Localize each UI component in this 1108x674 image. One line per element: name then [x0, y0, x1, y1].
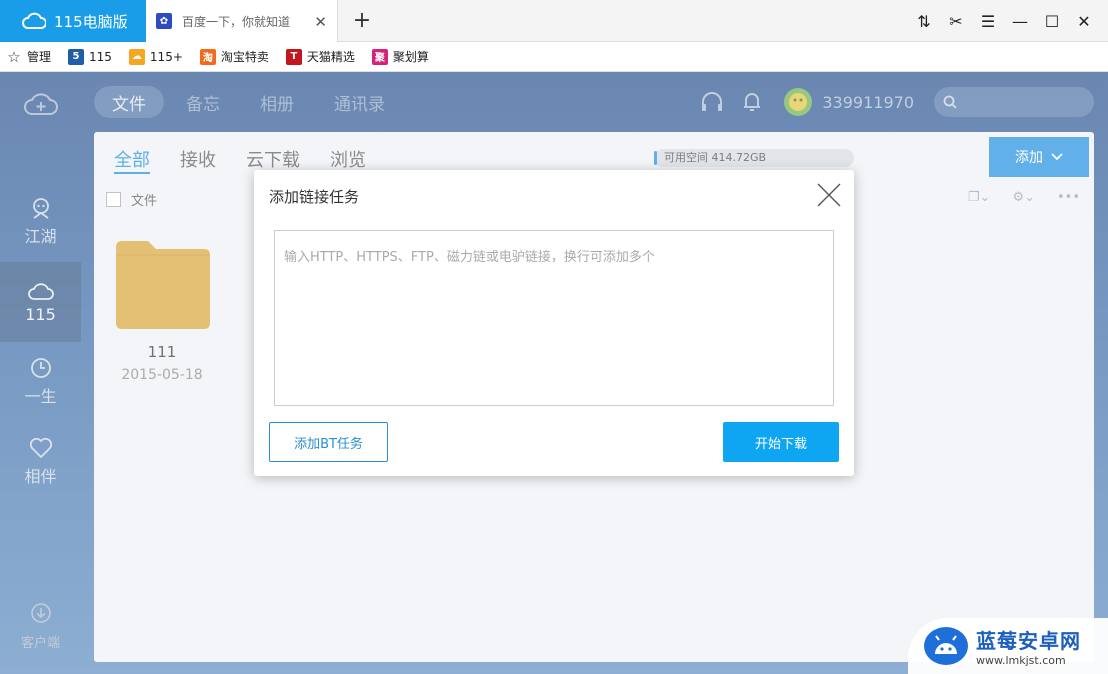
bookmark-115[interactable]: 5 115 — [68, 48, 112, 65]
minimize-icon[interactable]: — — [1004, 12, 1036, 31]
browser-tab-baidu[interactable]: ✿ 百度一下，你就知道 ✕ — [146, 0, 338, 42]
bookmark-tmall[interactable]: T 天猫精选 — [285, 48, 355, 65]
bookmark-label: 115+ — [149, 49, 183, 64]
maximize-icon[interactable]: ☐ — [1036, 12, 1068, 31]
115plus-icon: ☁ — [128, 48, 145, 65]
bookmark-115plus[interactable]: ☁ 115+ — [128, 48, 183, 65]
tmall-icon: T — [285, 48, 302, 65]
bookmark-label: 天猫精选 — [306, 50, 355, 64]
juhuasuan-icon: 聚 — [371, 48, 388, 65]
watermark-title: 蓝莓安卓网 — [976, 629, 1081, 653]
bookmark-label: 115 — [89, 49, 112, 64]
dialog-title: 添加链接任务 — [269, 188, 360, 206]
bookmark-taobao[interactable]: 淘 淘宝特卖 — [199, 48, 269, 65]
taobao-icon: 淘 — [199, 48, 216, 65]
115-logo-icon: 5 — [68, 48, 85, 65]
scissors-icon[interactable]: ✂ — [940, 12, 972, 31]
android-logo-icon — [924, 627, 968, 665]
window-controls: ⇅ ✂ ☰ — ☐ ✕ — [908, 0, 1100, 42]
close-window-icon[interactable]: ✕ — [1068, 12, 1100, 31]
brand-label: 115电脑版 — [54, 12, 128, 31]
bookmark-manage[interactable]: ☆ 管理 — [6, 47, 52, 66]
baidu-paw-icon: ✿ — [156, 13, 172, 29]
star-icon: ☆ — [7, 47, 21, 66]
add-bt-task-button[interactable]: 添加BT任务 — [269, 422, 388, 462]
bookmark-label: 管理 — [27, 50, 52, 64]
add-link-task-dialog: 添加链接任务 添加BT任务 开始下载 — [254, 170, 854, 476]
watermark: 蓝莓安卓网 www.lmkjst.com — [908, 618, 1108, 674]
tab-title: 百度一下，你就知道 — [182, 14, 291, 29]
new-tab-button[interactable]: + — [350, 8, 374, 33]
brand-tab[interactable]: 115电脑版 — [0, 0, 146, 42]
bookmark-label: 聚划算 — [392, 50, 429, 64]
browser-tabbar: 115电脑版 ✿ 百度一下，你就知道 ✕ + ⇅ ✂ ☰ — ☐ ✕ — [0, 0, 1108, 42]
bookmark-juhuasuan[interactable]: 聚 聚划算 — [371, 48, 429, 65]
bookmarks-bar: ☆ 管理 5 115 ☁ 115+ 淘 淘宝特卖 T 天猫精选 聚 聚划算 — [0, 42, 1108, 72]
link-input[interactable] — [274, 230, 834, 406]
cloud-logo-icon — [22, 12, 46, 29]
tab-close-icon[interactable]: ✕ — [314, 13, 327, 31]
close-icon[interactable] — [816, 182, 842, 208]
start-download-button[interactable]: 开始下载 — [723, 422, 839, 462]
sort-icon[interactable]: ⇅ — [908, 12, 940, 31]
watermark-url: www.lmkjst.com — [976, 654, 1066, 667]
bookmark-label: 淘宝特卖 — [220, 50, 269, 64]
menu-icon[interactable]: ☰ — [972, 12, 1004, 31]
